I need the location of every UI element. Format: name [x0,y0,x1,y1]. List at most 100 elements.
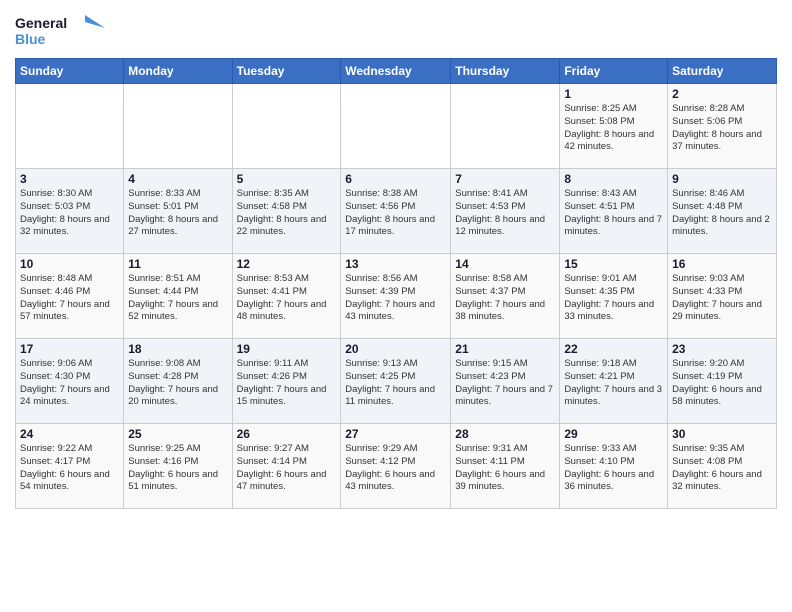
calendar-day-header: Thursday [451,59,560,84]
calendar-cell: 7 Sunrise: 8:41 AM Sunset: 4:53 PM Daylig… [451,169,560,254]
day-info: Sunrise: 9:01 AM Sunset: 4:35 PM Dayligh… [564,273,663,324]
day-number: 5 [237,172,337,186]
calendar-cell: 1 Sunrise: 8:25 AM Sunset: 5:08 PM Daylig… [560,84,668,169]
svg-text:Blue: Blue [15,31,46,47]
day-info: Sunrise: 8:25 AM Sunset: 5:08 PM Dayligh… [564,103,663,154]
day-number: 16 [672,257,772,271]
day-number: 28 [455,427,555,441]
day-info: Sunrise: 9:35 AM Sunset: 4:08 PM Dayligh… [672,443,772,494]
calendar-cell: 19 Sunrise: 9:11 AM Sunset: 4:26 PM Dayli… [232,339,341,424]
calendar-cell: 14Sunrise: 8:58 AM Sunset: 4:37 PM Dayli… [451,254,560,339]
calendar-day-header: Saturday [668,59,777,84]
calendar-cell: 5 Sunrise: 8:35 AM Sunset: 4:58 PM Daylig… [232,169,341,254]
logo: GeneralBlue [15,10,110,50]
day-number: 29 [564,427,663,441]
calendar-cell: 6 Sunrise: 8:38 AM Sunset: 4:56 PM Daylig… [341,169,451,254]
day-info: Sunrise: 8:28 AM Sunset: 5:06 PM Dayligh… [672,103,772,154]
calendar-day-header: Wednesday [341,59,451,84]
day-info: Sunrise: 9:15 AM Sunset: 4:23 PM Dayligh… [455,358,555,409]
calendar-cell: 13Sunrise: 8:56 AM Sunset: 4:39 PM Dayli… [341,254,451,339]
calendar-cell: 8Sunrise: 8:43 AM Sunset: 4:51 PM Daylig… [560,169,668,254]
day-number: 9 [672,172,772,186]
calendar-week-row: 24Sunrise: 9:22 AM Sunset: 4:17 PM Dayli… [16,424,777,509]
calendar-table: SundayMondayTuesdayWednesdayThursdayFrid… [15,58,777,509]
day-info: Sunrise: 8:46 AM Sunset: 4:48 PM Dayligh… [672,188,772,239]
day-number: 6 [345,172,446,186]
calendar-week-row: 10 Sunrise: 8:48 AM Sunset: 4:46 PM Dayli… [16,254,777,339]
calendar-week-row: 3 Sunrise: 8:30 AM Sunset: 5:03 PM Daylig… [16,169,777,254]
day-number: 11 [128,257,227,271]
day-number: 19 [237,342,337,356]
calendar-cell [451,84,560,169]
calendar-cell: 28 Sunrise: 9:31 AM Sunset: 4:11 PM Dayli… [451,424,560,509]
day-info: Sunrise: 9:18 AM Sunset: 4:21 PM Dayligh… [564,358,663,409]
day-info: Sunrise: 9:06 AM Sunset: 4:30 PM Dayligh… [20,358,119,409]
calendar-cell: 2 Sunrise: 8:28 AM Sunset: 5:06 PM Daylig… [668,84,777,169]
calendar-cell: 18Sunrise: 9:08 AM Sunset: 4:28 PM Dayli… [124,339,232,424]
calendar-body: 1 Sunrise: 8:25 AM Sunset: 5:08 PM Daylig… [16,84,777,509]
calendar-cell: 23 Sunrise: 9:20 AM Sunset: 4:19 PM Dayli… [668,339,777,424]
calendar-cell: 17 Sunrise: 9:06 AM Sunset: 4:30 PM Dayli… [16,339,124,424]
calendar-week-row: 17 Sunrise: 9:06 AM Sunset: 4:30 PM Dayli… [16,339,777,424]
day-info: Sunrise: 9:29 AM Sunset: 4:12 PM Dayligh… [345,443,446,494]
calendar-day-header: Tuesday [232,59,341,84]
calendar-cell: 24Sunrise: 9:22 AM Sunset: 4:17 PM Dayli… [16,424,124,509]
calendar-cell: 12 Sunrise: 8:53 AM Sunset: 4:41 PM Dayli… [232,254,341,339]
calendar-cell: 4Sunrise: 8:33 AM Sunset: 5:01 PM Daylig… [124,169,232,254]
day-number: 14 [455,257,555,271]
day-number: 17 [20,342,119,356]
day-info: Sunrise: 8:53 AM Sunset: 4:41 PM Dayligh… [237,273,337,324]
calendar-cell: 26 Sunrise: 9:27 AM Sunset: 4:14 PM Dayli… [232,424,341,509]
calendar-cell [16,84,124,169]
day-info: Sunrise: 8:33 AM Sunset: 5:01 PM Dayligh… [128,188,227,239]
day-info: Sunrise: 8:35 AM Sunset: 4:58 PM Dayligh… [237,188,337,239]
day-info: Sunrise: 9:31 AM Sunset: 4:11 PM Dayligh… [455,443,555,494]
main-container: GeneralBlue SundayMondayTuesdayWednesday… [0,0,792,612]
day-info: Sunrise: 9:27 AM Sunset: 4:14 PM Dayligh… [237,443,337,494]
calendar-cell [124,84,232,169]
day-info: Sunrise: 8:48 AM Sunset: 4:46 PM Dayligh… [20,273,119,324]
day-info: Sunrise: 9:08 AM Sunset: 4:28 PM Dayligh… [128,358,227,409]
svg-text:General: General [15,15,67,31]
calendar-day-header: Monday [124,59,232,84]
day-number: 26 [237,427,337,441]
day-number: 10 [20,257,119,271]
calendar-week-row: 1 Sunrise: 8:25 AM Sunset: 5:08 PM Daylig… [16,84,777,169]
calendar-cell: 3 Sunrise: 8:30 AM Sunset: 5:03 PM Daylig… [16,169,124,254]
day-number: 30 [672,427,772,441]
calendar-cell: 30 Sunrise: 9:35 AM Sunset: 4:08 PM Dayli… [668,424,777,509]
day-info: Sunrise: 8:38 AM Sunset: 4:56 PM Dayligh… [345,188,446,239]
day-number: 7 [455,172,555,186]
day-info: Sunrise: 8:41 AM Sunset: 4:53 PM Dayligh… [455,188,555,239]
day-info: Sunrise: 8:30 AM Sunset: 5:03 PM Dayligh… [20,188,119,239]
logo-icon: GeneralBlue [15,10,110,50]
calendar-cell [341,84,451,169]
day-info: Sunrise: 9:25 AM Sunset: 4:16 PM Dayligh… [128,443,227,494]
day-number: 3 [20,172,119,186]
day-info: Sunrise: 8:51 AM Sunset: 4:44 PM Dayligh… [128,273,227,324]
day-number: 27 [345,427,446,441]
day-info: Sunrise: 8:56 AM Sunset: 4:39 PM Dayligh… [345,273,446,324]
day-number: 1 [564,87,663,101]
calendar-cell: 9 Sunrise: 8:46 AM Sunset: 4:48 PM Daylig… [668,169,777,254]
calendar-cell: 25Sunrise: 9:25 AM Sunset: 4:16 PM Dayli… [124,424,232,509]
day-info: Sunrise: 8:43 AM Sunset: 4:51 PM Dayligh… [564,188,663,239]
calendar-cell: 27 Sunrise: 9:29 AM Sunset: 4:12 PM Dayli… [341,424,451,509]
day-number: 15 [564,257,663,271]
calendar-header-row: SundayMondayTuesdayWednesdayThursdayFrid… [16,59,777,84]
calendar-cell: 22Sunrise: 9:18 AM Sunset: 4:21 PM Dayli… [560,339,668,424]
calendar-cell: 16Sunrise: 9:03 AM Sunset: 4:33 PM Dayli… [668,254,777,339]
calendar-cell: 20 Sunrise: 9:13 AM Sunset: 4:25 PM Dayli… [341,339,451,424]
calendar-cell: 11 Sunrise: 8:51 AM Sunset: 4:44 PM Dayli… [124,254,232,339]
day-info: Sunrise: 9:11 AM Sunset: 4:26 PM Dayligh… [237,358,337,409]
day-number: 23 [672,342,772,356]
calendar-cell: 21 Sunrise: 9:15 AM Sunset: 4:23 PM Dayli… [451,339,560,424]
calendar-cell [232,84,341,169]
day-number: 20 [345,342,446,356]
day-info: Sunrise: 9:13 AM Sunset: 4:25 PM Dayligh… [345,358,446,409]
day-info: Sunrise: 9:20 AM Sunset: 4:19 PM Dayligh… [672,358,772,409]
calendar-day-header: Friday [560,59,668,84]
day-number: 21 [455,342,555,356]
day-number: 2 [672,87,772,101]
day-number: 12 [237,257,337,271]
